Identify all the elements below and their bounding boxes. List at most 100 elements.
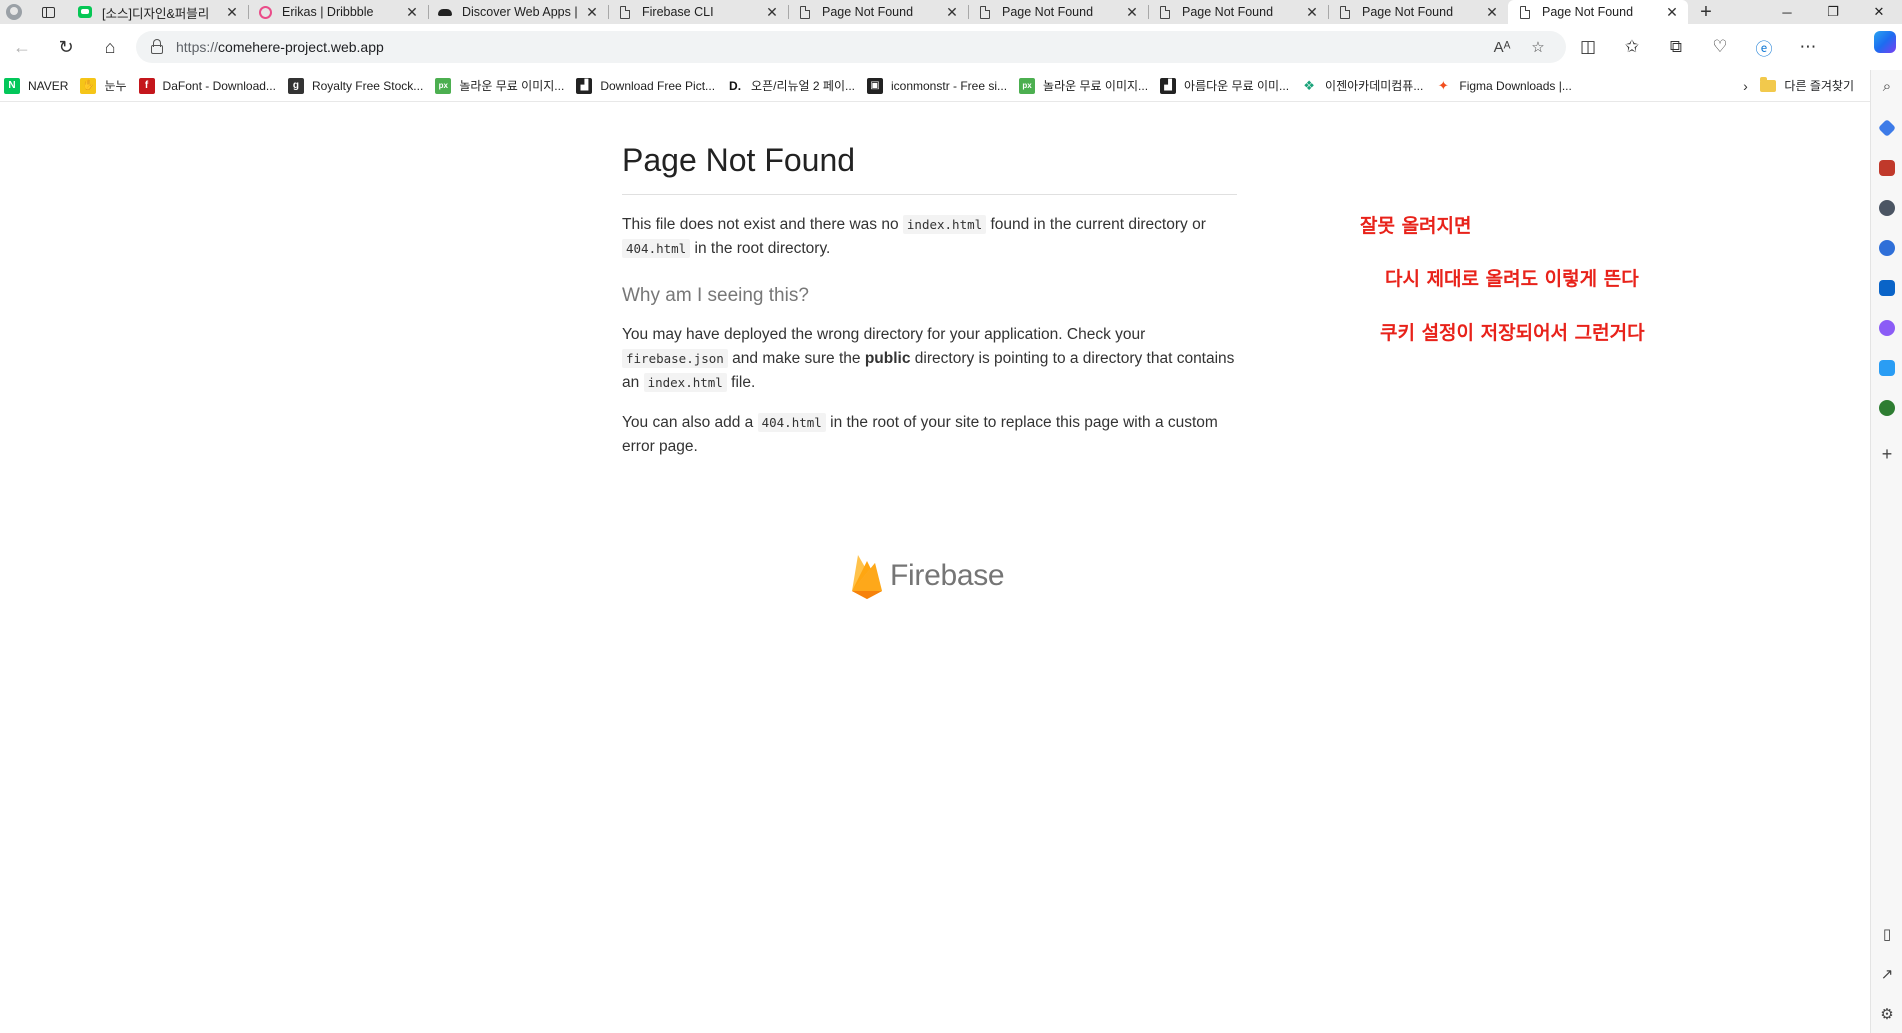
annotation-note: 다시 제대로 올려도 이렇게 뜬다 <box>1385 268 1639 290</box>
tab-close-icon[interactable]: ✕ <box>764 4 780 21</box>
copilot-button[interactable] <box>1874 31 1896 53</box>
restore-button[interactable]: ❐ <box>1810 0 1856 24</box>
bookmark-item[interactable]: ✦ Figma Downloads |... <box>1431 72 1580 100</box>
bookmark-item[interactable]: D. 오픈/리뉴얼 2 페이... <box>723 72 863 100</box>
address-bar[interactable]: https://comehere-project.web.app Aᴬ ☆ <box>136 31 1566 63</box>
bookmark-label: 눈누 <box>104 79 127 93</box>
toolbox-icon[interactable] <box>1879 160 1895 176</box>
custom-error-paragraph: You can also add a 404.html in the root … <box>622 411 1237 459</box>
more-icon: ⋯ <box>1799 37 1817 56</box>
games-icon[interactable] <box>1879 200 1895 216</box>
arrow-left-icon: ← <box>13 36 31 57</box>
tab-strip: [소스]디자인&퍼블리 ✕ Erikas | Dribbble ✕ Discov… <box>0 0 1902 24</box>
tab-6[interactable]: Page Not Found ✕ <box>968 0 1148 24</box>
bookmark-label: 이젠아카데미컴퓨... <box>1325 79 1424 93</box>
tab-3[interactable]: Discover Web Apps | ✕ <box>428 0 608 24</box>
settings-more-button[interactable]: ⋯ <box>1786 29 1830 65</box>
bookmark-item[interactable]: ▟ 아름다운 무료 이미... <box>1156 72 1297 100</box>
read-aloud-icon[interactable]: Aᴬ <box>1484 39 1520 56</box>
web-page: Page Not Found This file does not exist … <box>0 103 1868 1033</box>
window-controls: ─ ❐ ✕ <box>1764 0 1902 24</box>
pexels-icon: px <box>435 77 452 94</box>
lock-icon[interactable] <box>150 39 164 55</box>
tab-close-icon[interactable]: ✕ <box>224 4 240 21</box>
search-icon[interactable]: ⌕ <box>1871 78 1902 95</box>
edge-sidebar: ⌕ + ▯ ↗ ⚙ <box>1870 70 1902 1033</box>
bookmark-item[interactable]: ✋ 눈누 <box>76 72 134 100</box>
annotation-note: 쿠키 설정이 저장되어서 그런거다 <box>1380 322 1645 344</box>
page-icon <box>1518 5 1532 19</box>
sidebar-panel-icon[interactable]: ▯ <box>1871 925 1902 943</box>
other-favorites-folder[interactable]: 다른 즐겨찾기 <box>1760 76 1870 94</box>
tab-active[interactable]: Page Not Found ✕ <box>1508 0 1688 24</box>
window-close-button[interactable]: ✕ <box>1856 0 1902 24</box>
bookmark-item[interactable]: ▟ Download Free Pict... <box>572 72 723 100</box>
bookmark-label: 놀라운 무료 이미지... <box>459 79 565 93</box>
page-icon <box>978 5 992 19</box>
chevron-right-icon: › <box>1743 77 1748 94</box>
tab-close-icon[interactable]: ✕ <box>1304 4 1320 21</box>
firebase-wordmark: Firebase <box>890 559 1005 592</box>
drop-icon[interactable] <box>1879 360 1895 376</box>
home-button[interactable]: ⌂ <box>88 29 132 65</box>
tab-close-icon[interactable]: ✕ <box>584 4 600 21</box>
mustache-icon <box>438 5 452 19</box>
text-run: You may have deployed the wrong director… <box>622 326 1146 344</box>
edge-extension-button[interactable]: ⓔ <box>1742 29 1786 65</box>
bookmark-item[interactable]: N NAVER <box>0 72 76 100</box>
profile-button[interactable] <box>0 0 28 24</box>
new-tab-button[interactable]: + <box>1688 0 1724 24</box>
tab-8[interactable]: Page Not Found ✕ <box>1328 0 1508 24</box>
designer-icon[interactable] <box>1879 320 1895 336</box>
favorites-button[interactable]: ✩ <box>1610 29 1654 65</box>
back-button[interactable]: ← <box>0 29 44 65</box>
tab-1[interactable]: [소스]디자인&퍼블리 ✕ <box>68 0 248 24</box>
bookmark-label: DaFont - Download... <box>162 78 276 93</box>
tab-5[interactable]: Page Not Found ✕ <box>788 0 968 24</box>
tab-close-icon[interactable]: ✕ <box>404 4 420 21</box>
line-icon <box>78 5 92 19</box>
copilot-sidebar-icon[interactable] <box>1879 240 1895 256</box>
tab-2[interactable]: Erikas | Dribbble ✕ <box>248 0 428 24</box>
gear-icon[interactable]: ⚙ <box>1871 1005 1902 1023</box>
bookmark-item[interactable]: ❖ 이젠아카데미컴퓨... <box>1297 72 1431 100</box>
open-external-icon[interactable]: ↗ <box>1871 965 1902 983</box>
tab-actions-button[interactable] <box>28 0 68 24</box>
bookmark-label: Download Free Pict... <box>600 78 716 93</box>
iconmonstr-icon: ▣ <box>867 77 883 94</box>
tab-title: Firebase CLI <box>642 5 714 19</box>
tag-icon[interactable] <box>1877 118 1897 138</box>
tab-close-icon[interactable]: ✕ <box>1124 4 1140 21</box>
bookmark-label: Figma Downloads |... <box>1459 78 1572 93</box>
home-icon: ⌂ <box>104 36 116 57</box>
url-text[interactable]: https://comehere-project.web.app <box>176 39 1484 55</box>
tab-4[interactable]: Firebase CLI ✕ <box>608 0 788 24</box>
add-sidebar-app-icon[interactable]: + <box>1871 444 1902 465</box>
tab-title: Erikas | Dribbble <box>282 5 374 19</box>
outlook-icon[interactable] <box>1879 280 1895 296</box>
bookmark-item[interactable]: px 놀라운 무료 이미지... <box>431 72 572 100</box>
bookmark-item[interactable]: f DaFont - Download... <box>135 72 284 100</box>
bookmark-item[interactable]: ▣ iconmonstr - Free si... <box>863 72 1015 100</box>
bookmark-item[interactable]: g Royalty Free Stock... <box>284 72 431 100</box>
tree-icon[interactable] <box>1879 400 1895 416</box>
bookmark-item[interactable]: px 놀라운 무료 이미지... <box>1015 72 1156 100</box>
more-bookmarks-button[interactable]: › <box>1730 78 1760 94</box>
refresh-button[interactable]: ↻ <box>44 29 88 65</box>
annotation-note: 잘못 올려지면 <box>1360 215 1472 237</box>
tab-close-icon[interactable]: ✕ <box>1664 4 1680 21</box>
minimize-button[interactable]: ─ <box>1764 0 1810 24</box>
star-icon[interactable]: ☆ <box>1520 38 1556 56</box>
tab-close-icon[interactable]: ✕ <box>1484 4 1500 21</box>
url-host: comehere-project.web.app <box>218 39 384 55</box>
plus-icon: + <box>1700 0 1712 23</box>
browser-essentials-button[interactable]: ♡ <box>1698 29 1742 65</box>
bookmark-label: iconmonstr - Free si... <box>891 78 1008 93</box>
collections-button[interactable]: ⧉ <box>1654 29 1698 65</box>
error-content: Page Not Found This file does not exist … <box>622 142 1237 459</box>
tab-close-icon[interactable]: ✕ <box>944 4 960 21</box>
explanation-paragraph: You may have deployed the wrong director… <box>622 323 1237 395</box>
tab-7[interactable]: Page Not Found ✕ <box>1148 0 1328 24</box>
bold-text: public <box>864 350 911 368</box>
split-screen-button[interactable]: ◫ <box>1566 29 1610 65</box>
